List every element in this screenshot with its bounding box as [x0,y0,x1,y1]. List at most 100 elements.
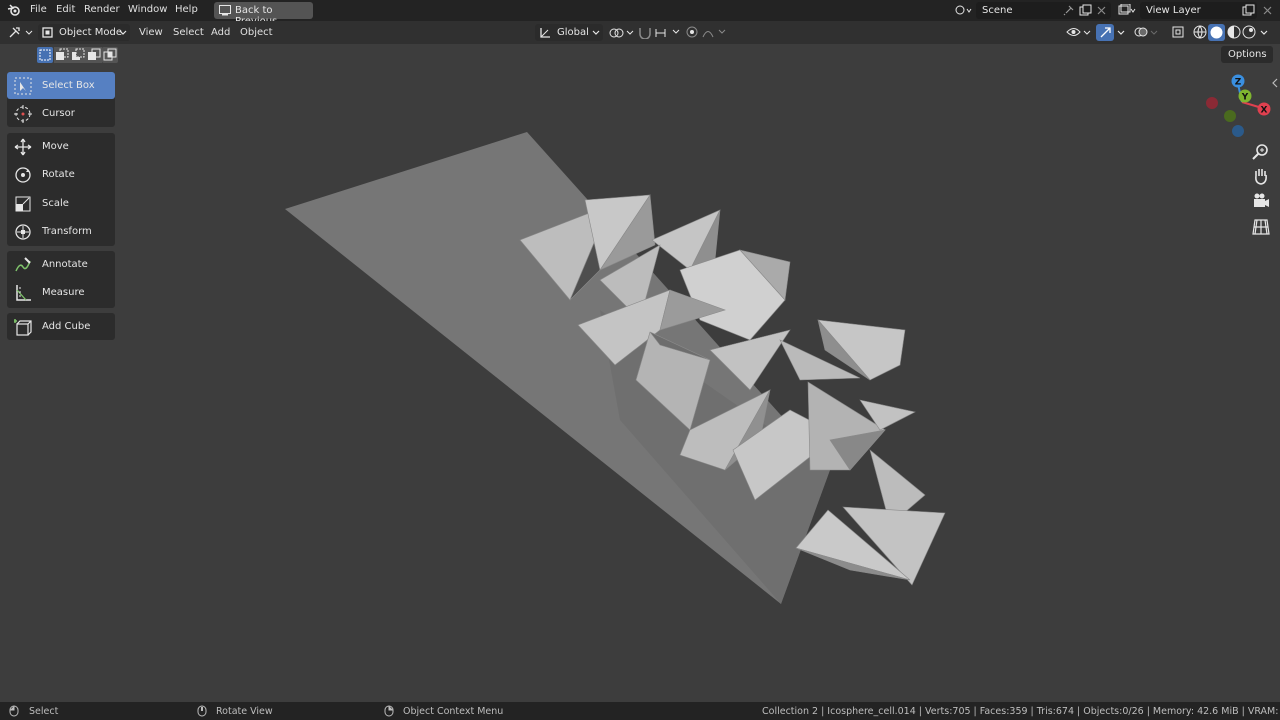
view-layer-icon[interactable] [1118,4,1136,17]
status-rotate-view: Rotate View [216,706,273,717]
chevron-down-icon[interactable] [1117,30,1125,36]
blender-logo-icon[interactable] [7,3,22,18]
editor-type-icon[interactable] [8,25,34,40]
object-mode-icon [42,27,53,38]
mode-label: Object Mode [59,27,122,38]
status-bar: Select Rotate View Object Context Menu C… [0,702,1280,720]
material-shading-icon[interactable] [1227,25,1241,39]
pin-icon[interactable] [1063,5,1074,16]
close-view-layer-icon[interactable] [1263,6,1272,15]
options-dropdown[interactable]: Options [1221,46,1273,63]
toolbar-group-select: Select Box Cursor [7,72,115,127]
axis-x-label: X [1261,106,1268,116]
axis-y-negative[interactable] [1224,110,1236,122]
add-cube-icon [14,319,32,336]
zoom-icon[interactable] [1251,142,1271,162]
gizmo-icon [1100,27,1111,38]
xray-icon[interactable] [1172,26,1185,39]
tool-label: Cursor [42,108,75,119]
toolbar-group-add: Add Cube [7,313,115,340]
measure-icon [16,285,31,301]
axis-y-label: Y [1241,93,1249,103]
selection-mode-group [37,47,118,63]
scene-selector-icon[interactable] [955,4,973,17]
menu-add[interactable]: Add [211,27,230,38]
tool-move[interactable]: Move [7,133,115,160]
falloff-icon[interactable] [702,26,728,39]
viewport-header: Object Mode View Select Add Object Globa… [0,21,1280,44]
cursor-icon [14,105,32,123]
menu-help[interactable]: Help [175,4,198,15]
menu-object[interactable]: Object [240,27,273,38]
tool-label: Transform [42,226,92,237]
menu-render[interactable]: Render [84,4,120,15]
axis-z-label: Z [1235,78,1242,88]
chevron-down-icon [119,30,127,35]
tool-label: Scale [42,198,69,209]
shading-options-chevron-icon[interactable] [1260,30,1268,36]
scale-icon [15,196,31,212]
menu-edit[interactable]: Edit [56,4,75,15]
toolbar-group-annotate: Annotate Measure [7,251,115,308]
scene-name-field[interactable]: Scene [976,2,1111,19]
toolbar-group-transform: Move Rotate Scale Transform [7,133,115,246]
gizmo-toggle[interactable] [1096,24,1114,41]
pan-hand-icon[interactable] [1251,166,1271,186]
tool-label: Select Box [42,80,95,91]
new-view-layer-icon[interactable] [1242,4,1255,17]
perspective-toggle-icon[interactable] [1251,217,1271,237]
tool-cursor[interactable]: Cursor [7,100,115,127]
orientation-icon [540,28,550,38]
wireframe-shading-icon[interactable] [1193,25,1207,39]
proportional-edit-icon[interactable] [686,26,699,39]
snap-target-icon[interactable] [655,26,681,39]
select-new-icon[interactable] [37,47,53,63]
visibility-icon[interactable] [1066,25,1092,40]
close-scene-icon[interactable] [1097,6,1106,15]
select-extend-icon[interactable] [54,47,70,63]
mode-dropdown[interactable]: Object Mode [38,24,130,41]
mouse-middle-icon [197,705,207,717]
new-scene-icon[interactable] [1079,4,1092,17]
menu-view[interactable]: View [139,27,163,38]
tool-add-cube[interactable]: Add Cube [7,313,115,340]
menu-window[interactable]: Window [128,4,167,15]
tool-label: Measure [42,287,85,298]
transform-icon [15,224,31,240]
axis-x-negative[interactable] [1206,97,1218,109]
view-layer-name: View Layer [1146,5,1201,16]
tool-measure[interactable]: Measure [7,279,115,306]
solid-shading-toggle[interactable] [1208,24,1225,41]
move-icon [14,138,32,156]
rendered-shading-icon[interactable] [1242,25,1256,39]
sidebar-toggle-icon[interactable] [1271,78,1279,88]
tool-transform[interactable]: Transform [7,218,115,245]
axis-z-negative[interactable] [1232,125,1244,137]
back-to-previous-button[interactable]: Back to Previous [214,2,313,27]
tool-select-box[interactable]: Select Box [7,72,115,99]
rotate-icon [15,167,31,183]
select-intersect-icon[interactable] [102,47,118,63]
scene-name: Scene [982,5,1013,16]
status-select: Select [29,706,59,717]
viewport-scene[interactable] [0,0,1280,720]
options-label: Options [1228,49,1267,60]
solid-shading-icon [1210,26,1223,39]
select-difference-icon[interactable] [86,47,102,63]
select-subtract-icon[interactable] [70,47,86,63]
camera-view-icon[interactable] [1251,191,1271,211]
menu-select[interactable]: Select [173,27,204,38]
menu-file[interactable]: File [30,4,47,15]
tool-scale[interactable]: Scale [7,190,115,217]
tool-annotate[interactable]: Annotate [7,251,115,278]
overlays-icon[interactable] [1134,25,1160,40]
navigation-gizmo[interactable]: Z Y X [1200,70,1280,140]
mouse-right-icon [384,705,394,717]
snap-icon[interactable] [638,26,652,39]
tool-rotate[interactable]: Rotate [7,161,115,188]
mouse-left-icon [9,705,19,717]
view-layer-field[interactable]: View Layer [1140,2,1257,19]
pivot-point-icon[interactable] [609,27,635,39]
tool-label: Move [42,141,69,152]
transform-orientation-dropdown[interactable]: Global [535,24,603,41]
